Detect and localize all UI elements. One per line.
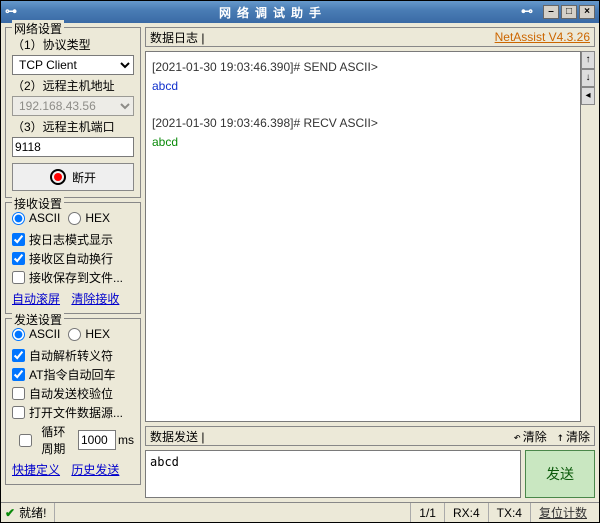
pin-icon[interactable]: ⊶: [5, 5, 21, 19]
group-title: 接收设置: [12, 195, 64, 212]
record-icon: [50, 169, 66, 185]
scroll-up-icon[interactable]: ↑: [581, 51, 595, 69]
send-ascii-radio[interactable]: ASCII: [12, 327, 60, 341]
protocol-select[interactable]: TCP Client: [12, 55, 134, 75]
reset-count-link[interactable]: 复位计数: [530, 503, 595, 522]
send-textarea[interactable]: abcd: [145, 450, 521, 498]
disconnect-label: 断开: [72, 169, 96, 186]
port-input[interactable]: [12, 137, 134, 157]
version-link[interactable]: NetAssist V4.3.26: [495, 30, 590, 44]
send-header: 数据发送 | ↶清除 ↑清除: [145, 426, 595, 446]
group-title: 发送设置: [12, 311, 64, 328]
host-label: （2）远程主机地址: [12, 77, 134, 94]
right-panel: 数据日志 | NetAssist V4.3.26 [2021-01-30 19:…: [145, 27, 595, 498]
host-select[interactable]: 192.168.43.56: [12, 96, 134, 116]
send-checksum-check[interactable]: 自动发送校验位: [12, 385, 134, 402]
cycle-ms-input[interactable]: [78, 430, 116, 450]
status-rx: RX:4: [444, 503, 488, 522]
recv-ascii-radio[interactable]: ASCII: [12, 211, 60, 225]
recv-hex-radio[interactable]: HEX: [68, 211, 110, 225]
shortcut-link[interactable]: 快捷定义: [12, 463, 60, 477]
send-file-check[interactable]: 打开文件数据源...: [12, 404, 134, 421]
status-page: 1/1: [410, 503, 444, 522]
log-textarea[interactable]: [2021-01-30 19:03:46.390]# SEND ASCII> a…: [145, 51, 581, 422]
recv-settings-group: 接收设置 ASCII HEX 按日志模式显示 接收区自动换行 接收保存到文件..…: [5, 202, 141, 314]
log-title: 数据日志 |: [150, 29, 204, 46]
log-sidebar: ↑ ↓ ◂: [581, 51, 595, 422]
titlebar: ⊶ 网络调试助手 ⊷ – □ ×: [1, 1, 599, 23]
protocol-label: （1）协议类型: [12, 36, 134, 53]
send-atcr-check[interactable]: AT指令自动回车: [12, 366, 134, 383]
recv-logmode-check[interactable]: 按日志模式显示: [12, 231, 134, 248]
send-title: 数据发送 |: [150, 428, 204, 445]
scroll-split-icon[interactable]: ◂: [581, 87, 595, 105]
recv-wrap-check[interactable]: 接收区自动换行: [12, 250, 134, 267]
disconnect-button[interactable]: 断开: [12, 163, 134, 191]
auto-scroll-link[interactable]: 自动滚屏: [12, 292, 60, 306]
app-window: ⊶ 网络调试助手 ⊷ – □ × 网络设置 （1）协议类型 TCP Client…: [0, 0, 600, 523]
send-button[interactable]: 发送: [525, 450, 595, 498]
status-ok-icon: ✔: [5, 506, 15, 520]
recv-save-check[interactable]: 接收保存到文件...: [12, 269, 134, 286]
network-settings-group: 网络设置 （1）协议类型 TCP Client （2）远程主机地址 192.16…: [5, 27, 141, 198]
close-button[interactable]: ×: [579, 5, 595, 19]
send-cycle-check[interactable]: 循环周期 ms: [12, 423, 134, 457]
status-tx: TX:4: [488, 503, 530, 522]
port-label: （3）远程主机端口: [12, 118, 134, 135]
pin2-icon[interactable]: ⊷: [521, 5, 537, 19]
clear-recv-link[interactable]: 清除接收: [71, 292, 119, 306]
log-header: 数据日志 | NetAssist V4.3.26: [145, 27, 595, 47]
clear-output-link[interactable]: ↑清除: [557, 428, 590, 445]
send-escape-check[interactable]: 自动解析转义符: [12, 347, 134, 364]
status-bar: ✔ 就绪! 1/1 RX:4 TX:4 复位计数: [1, 502, 599, 522]
group-title: 网络设置: [12, 20, 64, 37]
send-hex-radio[interactable]: HEX: [68, 327, 110, 341]
left-panel: 网络设置 （1）协议类型 TCP Client （2）远程主机地址 192.16…: [5, 27, 141, 498]
status-ready: 就绪!: [19, 504, 46, 521]
minimize-button[interactable]: –: [543, 5, 559, 19]
send-settings-group: 发送设置 ASCII HEX 自动解析转义符 AT指令自动回车 自动发送校验位 …: [5, 318, 141, 485]
clear-input-link[interactable]: ↶清除: [514, 428, 547, 445]
window-title: 网络调试助手: [219, 4, 327, 21]
maximize-button[interactable]: □: [561, 5, 577, 19]
history-link[interactable]: 历史发送: [71, 463, 119, 477]
scroll-down-icon[interactable]: ↓: [581, 69, 595, 87]
